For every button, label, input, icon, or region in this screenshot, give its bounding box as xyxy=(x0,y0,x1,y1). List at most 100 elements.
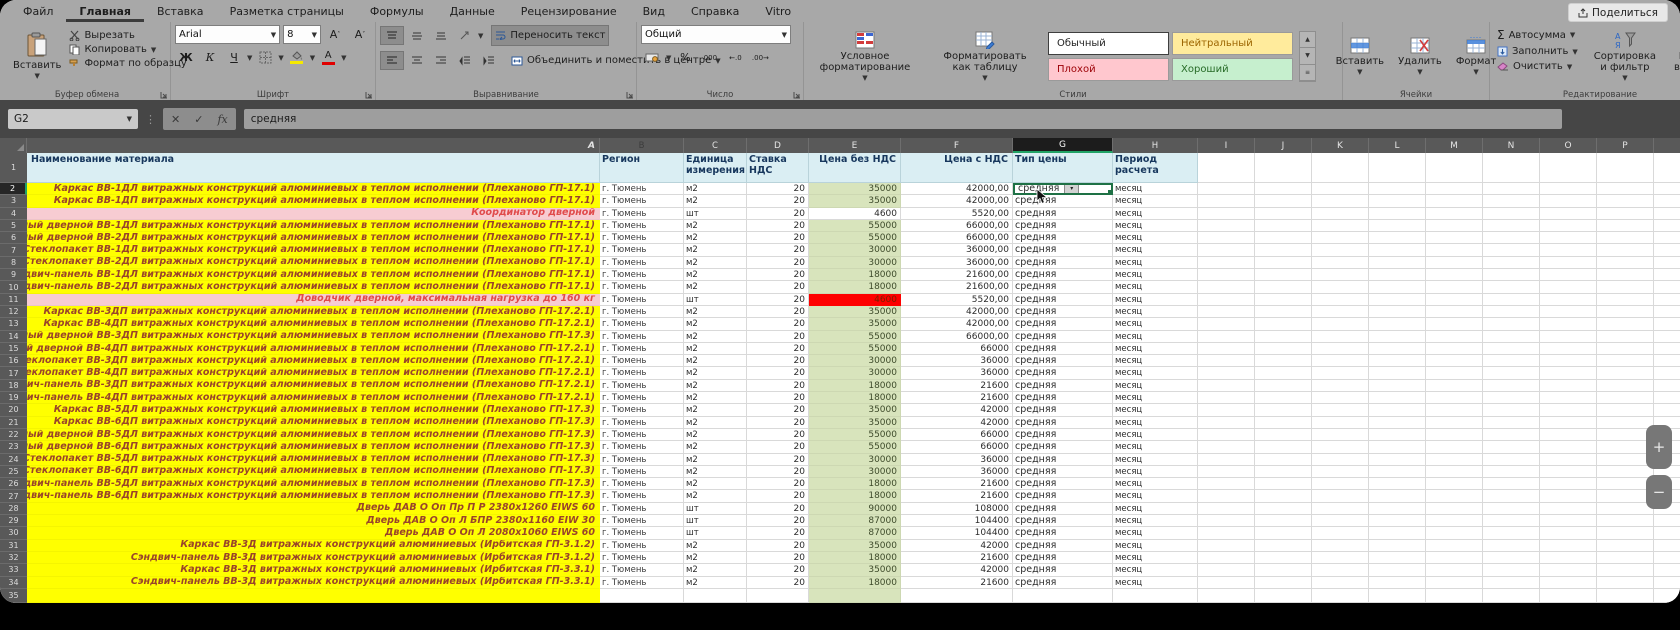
cell-N34[interactable] xyxy=(1483,576,1540,589)
cell-M8[interactable] xyxy=(1426,256,1483,270)
borders-button[interactable] xyxy=(254,49,276,66)
cell-E25[interactable]: 30000 xyxy=(809,465,901,479)
cell-C9[interactable]: м2 xyxy=(684,269,747,282)
cell-F29[interactable]: 104400 xyxy=(901,515,1013,528)
cell-C29[interactable]: шт xyxy=(684,515,747,528)
cell-M16[interactable] xyxy=(1426,355,1483,368)
cell-G10[interactable]: средняя xyxy=(1013,281,1113,294)
cell-sliver-1[interactable] xyxy=(684,588,747,603)
cell-I29[interactable] xyxy=(1198,515,1255,528)
cell-K29[interactable] xyxy=(1312,515,1369,528)
cell-E21[interactable]: 35000 xyxy=(809,416,901,429)
style-neutral[interactable]: Нейтральный xyxy=(1172,32,1293,55)
validation-dropdown-button[interactable]: ▾ xyxy=(1064,185,1080,194)
cell-F12[interactable]: 42000,00 xyxy=(901,305,1013,319)
cell-I5[interactable] xyxy=(1198,219,1255,233)
cell-D27[interactable]: 20 xyxy=(747,490,809,503)
cell-K5[interactable] xyxy=(1312,219,1369,233)
cell-K31[interactable] xyxy=(1312,539,1369,552)
cell-F17[interactable]: 36000 xyxy=(901,367,1013,380)
cell-G29[interactable]: средняя xyxy=(1013,515,1113,528)
comma-style-button[interactable]: 000 xyxy=(699,49,721,66)
cell-M11[interactable] xyxy=(1426,293,1483,306)
cell-G33[interactable]: средняя xyxy=(1013,564,1113,577)
cell-D13[interactable]: 20 xyxy=(747,318,809,331)
cell-J5[interactable] xyxy=(1255,219,1312,233)
cell-B23[interactable]: г. Тюмень xyxy=(600,441,684,454)
cell-H12[interactable]: месяц xyxy=(1113,305,1198,319)
cell-N4[interactable] xyxy=(1483,207,1540,220)
cell-L31[interactable] xyxy=(1369,539,1426,552)
cell-L12[interactable] xyxy=(1369,305,1426,319)
cell-B24[interactable]: г. Тюмень xyxy=(600,453,684,466)
number-format-combo[interactable]: Общий ▼ xyxy=(641,25,791,44)
cell-J10[interactable] xyxy=(1255,281,1312,294)
col-header-H[interactable]: H xyxy=(1113,138,1198,153)
cell-O18[interactable] xyxy=(1540,379,1597,393)
cell-B8[interactable]: г. Тюмень xyxy=(600,256,684,270)
cell-L28[interactable] xyxy=(1369,502,1426,516)
cell-E1[interactable]: Цена без НДС xyxy=(809,153,901,183)
cell-J32[interactable] xyxy=(1255,551,1312,565)
cell-F24[interactable]: 36000 xyxy=(901,453,1013,466)
font-name-combo[interactable]: Arial ▼ xyxy=(175,25,281,44)
cell-B32[interactable]: г. Тюмень xyxy=(600,551,684,565)
cell-J6[interactable] xyxy=(1255,232,1312,245)
cell-J11[interactable] xyxy=(1255,293,1312,306)
cell-C18[interactable]: м2 xyxy=(684,379,747,393)
cell-D31[interactable]: 20 xyxy=(747,539,809,552)
tab-review[interactable]: Рецензирование xyxy=(508,2,630,22)
cell-N14[interactable] xyxy=(1483,330,1540,343)
cell-B22[interactable]: г. Тюмень xyxy=(600,428,684,442)
cell-B1[interactable]: Регион xyxy=(600,153,684,183)
cell-A13[interactable]: Каркас ВВ-4ДП витражных конструкций алюм… xyxy=(27,318,600,331)
cell-E23[interactable]: 55000 xyxy=(809,441,901,454)
cell-M28[interactable] xyxy=(1426,502,1483,516)
cell-O14[interactable] xyxy=(1540,330,1597,343)
cell-L13[interactable] xyxy=(1369,318,1426,331)
cell-B5[interactable]: г. Тюмень xyxy=(600,219,684,233)
cell-H29[interactable]: месяц xyxy=(1113,515,1198,528)
row-header-2[interactable]: 2 xyxy=(0,183,27,196)
cell-F26[interactable]: 21600 xyxy=(901,478,1013,491)
cell-N35[interactable] xyxy=(1483,588,1540,603)
cell-O29[interactable] xyxy=(1540,515,1597,528)
cell-P18[interactable] xyxy=(1597,379,1654,393)
cell-P19[interactable] xyxy=(1597,392,1654,405)
cell-E26[interactable]: 18000 xyxy=(809,478,901,491)
cell-K12[interactable] xyxy=(1312,305,1369,319)
cell-G12[interactable]: средняя xyxy=(1013,305,1113,319)
col-header-O[interactable]: O xyxy=(1540,138,1597,153)
row-header-28[interactable]: 28 xyxy=(0,502,27,516)
cell-P20[interactable] xyxy=(1597,404,1654,417)
cell-I13[interactable] xyxy=(1198,318,1255,331)
cell-I2[interactable] xyxy=(1198,183,1255,196)
cell-O15[interactable] xyxy=(1540,342,1597,356)
cell-A15[interactable]: оемый дверной ВВ-4ДП витражных конструкц… xyxy=(27,342,600,356)
cell-G7[interactable]: средняя xyxy=(1013,244,1113,257)
cell-sliver-0[interactable] xyxy=(600,588,684,603)
cell-H20[interactable]: месяц xyxy=(1113,404,1198,417)
cell-C10[interactable]: м2 xyxy=(684,281,747,294)
cell-J13[interactable] xyxy=(1255,318,1312,331)
cell-A34[interactable]: Сэндвич-панель ВВ-3Д витражных конструкц… xyxy=(27,576,600,589)
cell-P11[interactable] xyxy=(1597,293,1654,306)
cell-O17[interactable] xyxy=(1540,367,1597,380)
cell-E12[interactable]: 35000 xyxy=(809,305,901,319)
cell-G5[interactable]: средняя xyxy=(1013,219,1113,233)
cell-N8[interactable] xyxy=(1483,256,1540,270)
tab-help[interactable]: Справка xyxy=(678,2,752,22)
style-good[interactable]: Хороший xyxy=(1172,58,1293,81)
cell-D15[interactable]: 20 xyxy=(747,342,809,356)
cell-B17[interactable]: г. Тюмень xyxy=(600,367,684,380)
cell-A14[interactable]: иваемый дверной ВВ-3ДП витражных констру… xyxy=(27,330,600,343)
cell-O33[interactable] xyxy=(1540,564,1597,577)
cell-O30[interactable] xyxy=(1540,527,1597,540)
cell-M20[interactable] xyxy=(1426,404,1483,417)
cell-E29[interactable]: 87000 xyxy=(809,515,901,528)
cell-F13[interactable]: 42000,00 xyxy=(901,318,1013,331)
row-header-27[interactable]: 27 xyxy=(0,490,27,503)
col-header-I[interactable]: I xyxy=(1198,138,1255,153)
cell-D30[interactable]: 20 xyxy=(747,527,809,540)
cell-B15[interactable]: г. Тюмень xyxy=(600,342,684,356)
